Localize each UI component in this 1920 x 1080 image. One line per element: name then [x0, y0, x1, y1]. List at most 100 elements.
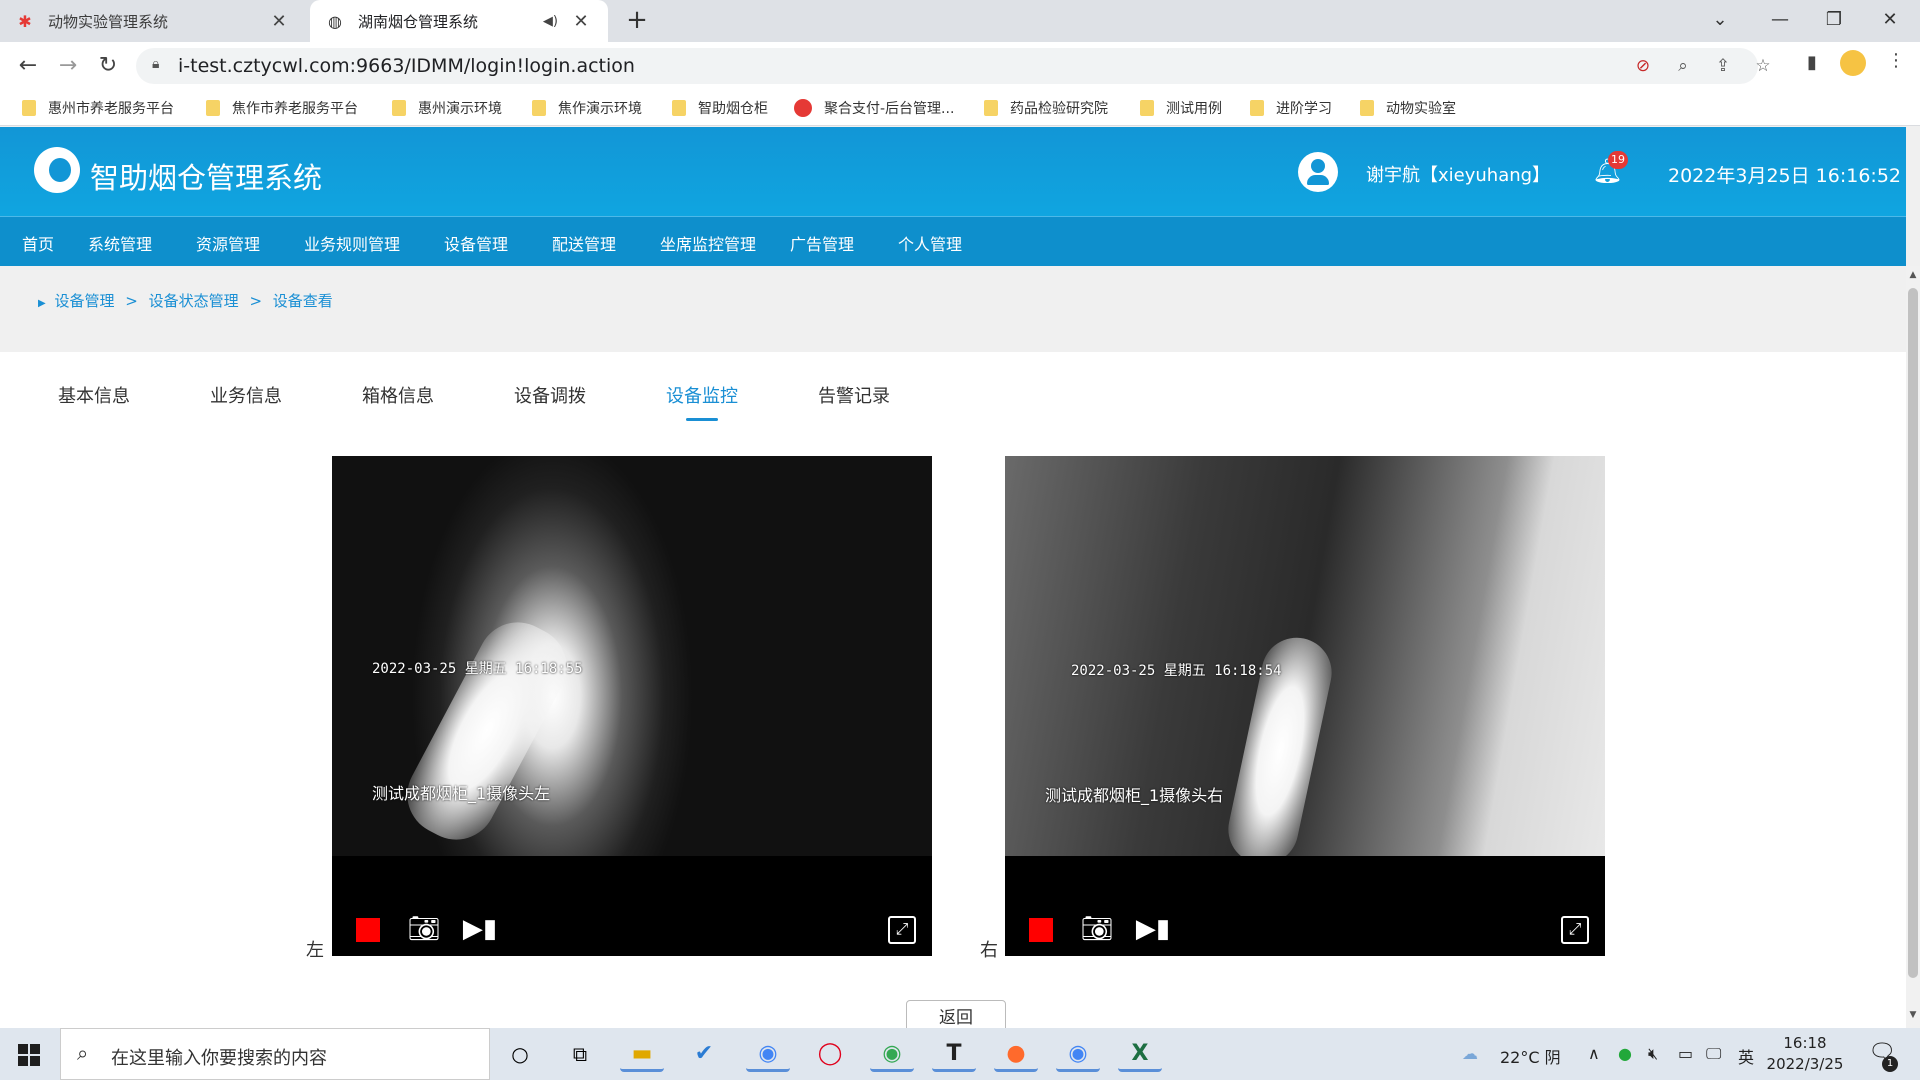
- tab-search-button[interactable]: ⌄: [1692, 0, 1748, 42]
- task-view-icon[interactable]: ⧉: [558, 1036, 602, 1072]
- share-icon[interactable]: ⇪: [1712, 56, 1734, 76]
- postman-icon[interactable]: ●: [994, 1036, 1038, 1072]
- ime-indicator[interactable]: 英: [1738, 1044, 1754, 1068]
- record-video-icon[interactable]: ▶▮: [462, 914, 498, 944]
- tray-expand-icon[interactable]: ∧: [1588, 1044, 1600, 1063]
- weather-text[interactable]: 22°C 阴: [1500, 1044, 1561, 1068]
- zoom-icon[interactable]: ⌕: [1672, 56, 1694, 76]
- speaker-icon[interactable]: ◀︎): [543, 14, 558, 29]
- nav-item-delivery[interactable]: 配送管理: [552, 231, 616, 255]
- search-placeholder: 在这里输入你要搜索的内容: [111, 1048, 327, 1069]
- app-title: 智助烟仓管理系统: [90, 161, 323, 195]
- bookmark-item[interactable]: 药品检验研究院: [984, 98, 1108, 118]
- camera-left-player[interactable]: 2022-03-25 星期五 16:18:55 测试成都烟柜_1摄像头左 📷︎ …: [332, 456, 932, 956]
- breadcrumb-item[interactable]: 设备查看: [273, 292, 333, 310]
- chrome-canary-icon[interactable]: ◉: [870, 1036, 914, 1072]
- nav-item-seat-monitor[interactable]: 坐席监控管理: [660, 231, 756, 255]
- stop-button[interactable]: [356, 918, 380, 942]
- nav-item-resource[interactable]: 资源管理: [196, 231, 260, 255]
- header-datetime: 2022年3月25日 16:16:52: [1668, 165, 1901, 187]
- snapshot-camera-icon[interactable]: 📷︎: [406, 914, 442, 944]
- breadcrumb: ▶ 设备管理 > 设备状态管理 > 设备查看: [38, 290, 333, 311]
- scroll-down-icon[interactable]: ▼: [1906, 1010, 1920, 1026]
- taskbar-clock[interactable]: 16:18 2022/3/25: [1760, 1033, 1850, 1075]
- stop-button[interactable]: [1029, 918, 1053, 942]
- blocked-icon[interactable]: ⊘: [1632, 56, 1654, 76]
- fullscreen-icon[interactable]: ⤢: [888, 916, 916, 944]
- folder-icon: [206, 100, 220, 116]
- tab-device-monitor[interactable]: 设备监控: [666, 382, 738, 421]
- weather-cloud-icon[interactable]: ☁: [1462, 1044, 1478, 1063]
- minimize-button[interactable]: —: [1752, 0, 1808, 42]
- scroll-up-icon[interactable]: ▲: [1906, 270, 1920, 286]
- more-menu-icon[interactable]: ⋮: [1882, 50, 1910, 71]
- chrome-profile-icon[interactable]: ◉: [1056, 1036, 1100, 1072]
- reload-icon[interactable]: ↻: [92, 50, 124, 82]
- close-icon[interactable]: ✕: [268, 11, 290, 32]
- bookmark-item[interactable]: 焦作市养老服务平台: [206, 98, 358, 118]
- breadcrumb-item[interactable]: 设备状态管理: [149, 292, 239, 310]
- bookmark-item[interactable]: 惠州市养老服务平台: [22, 98, 174, 118]
- browser-tab-hunan-warehouse[interactable]: ◍ 湖南烟仓管理系统 ◀︎) ✕: [310, 0, 608, 42]
- close-window-button[interactable]: ✕: [1862, 0, 1918, 42]
- breadcrumb-area: ▶ 设备管理 > 设备状态管理 > 设备查看: [0, 266, 1906, 352]
- nav-item-system[interactable]: 系统管理: [88, 231, 152, 255]
- wechat-icon[interactable]: ●: [1618, 1044, 1632, 1063]
- tab-cell-info[interactable]: 箱格信息: [362, 382, 434, 408]
- taskbar-search-box[interactable]: ⌕ 在这里输入你要搜索的内容: [60, 1028, 490, 1080]
- sidebar-icon[interactable]: ▮: [1798, 52, 1826, 73]
- nav-item-personal[interactable]: 个人管理: [898, 231, 962, 255]
- restore-button[interactable]: ❐: [1806, 0, 1862, 42]
- folder-icon: [22, 100, 36, 116]
- tab-business-info[interactable]: 业务信息: [210, 382, 282, 408]
- nav-item-advertising[interactable]: 广告管理: [790, 231, 854, 255]
- breadcrumb-item[interactable]: 设备管理: [54, 292, 114, 310]
- close-icon[interactable]: ✕: [570, 11, 592, 32]
- fullscreen-icon[interactable]: ⤢: [1561, 916, 1589, 944]
- bookmark-star-icon[interactable]: ☆: [1752, 56, 1774, 76]
- url-text[interactable]: i-test.cztycwl.com:9663/IDMM/login!login…: [178, 55, 635, 77]
- browser-tab-animal-lab[interactable]: ✱ 动物实验管理系统 ✕: [0, 0, 306, 42]
- excel-icon[interactable]: X: [1118, 1036, 1162, 1072]
- todo-app-icon[interactable]: ✔: [682, 1036, 726, 1072]
- cortana-icon[interactable]: ○: [498, 1036, 542, 1072]
- page-scrollbar[interactable]: ▲ ▼: [1906, 266, 1920, 1028]
- bookmark-item[interactable]: 智助烟仓柜: [672, 98, 768, 118]
- camera-right-player[interactable]: 2022-03-25 星期五 16:18:54 测试成都烟柜_1摄像头右 📷︎ …: [1005, 456, 1605, 956]
- forward-arrow-icon[interactable]: →: [52, 50, 84, 82]
- tab-alarm-records[interactable]: 告警记录: [818, 382, 890, 408]
- battery-icon[interactable]: ▭: [1678, 1044, 1693, 1063]
- chrome-icon[interactable]: ◉: [746, 1036, 790, 1072]
- new-tab-button[interactable]: +: [622, 6, 652, 36]
- tab-basic-info[interactable]: 基本信息: [58, 382, 130, 408]
- nav-item-device[interactable]: 设备管理: [444, 231, 508, 255]
- network-icon[interactable]: 🖵︎: [1706, 1044, 1721, 1064]
- nav-item-home[interactable]: 首页: [22, 231, 54, 255]
- bookmark-item[interactable]: 动物实验室: [1360, 98, 1456, 118]
- tab-device-transfer[interactable]: 设备调拨: [514, 382, 586, 408]
- profile-avatar-icon[interactable]: [1840, 50, 1866, 76]
- bookmark-item[interactable]: 惠州演示环境: [392, 98, 502, 118]
- snapshot-camera-icon[interactable]: 📷︎: [1079, 914, 1115, 944]
- user-avatar-icon[interactable]: [1298, 152, 1338, 192]
- folder-icon: [1360, 100, 1374, 116]
- search-icon: ⌕: [77, 1041, 89, 1065]
- typora-icon[interactable]: T: [932, 1036, 976, 1072]
- address-bar[interactable]: 🔒︎ i-test.cztycwl.com:9663/IDMM/login!lo…: [136, 48, 1771, 84]
- opera-icon[interactable]: ◯: [808, 1036, 852, 1072]
- caret-right-icon: ▶: [38, 298, 46, 309]
- file-explorer-icon[interactable]: ▬: [620, 1036, 664, 1072]
- bookmark-item[interactable]: 聚合支付-后台管理...: [794, 98, 954, 118]
- bookmark-item[interactable]: 焦作演示环境: [532, 98, 642, 118]
- nav-item-business-rules[interactable]: 业务规则管理: [304, 231, 400, 255]
- back-arrow-icon[interactable]: ←: [12, 50, 44, 82]
- volume-muted-icon[interactable]: 🔇︎: [1648, 1044, 1658, 1064]
- breadcrumb-separator: >: [249, 292, 263, 310]
- user-name[interactable]: 谢宇航【xieyuhang】: [1366, 161, 1550, 187]
- record-video-icon[interactable]: ▶▮: [1135, 914, 1171, 944]
- bookmark-item[interactable]: 测试用例: [1140, 98, 1222, 118]
- bookmark-item[interactable]: 进阶学习: [1250, 98, 1332, 118]
- windows-start-icon[interactable]: [18, 1044, 40, 1066]
- lock-icon[interactable]: 🔒︎: [152, 56, 159, 72]
- scrollbar-thumb[interactable]: [1908, 288, 1918, 978]
